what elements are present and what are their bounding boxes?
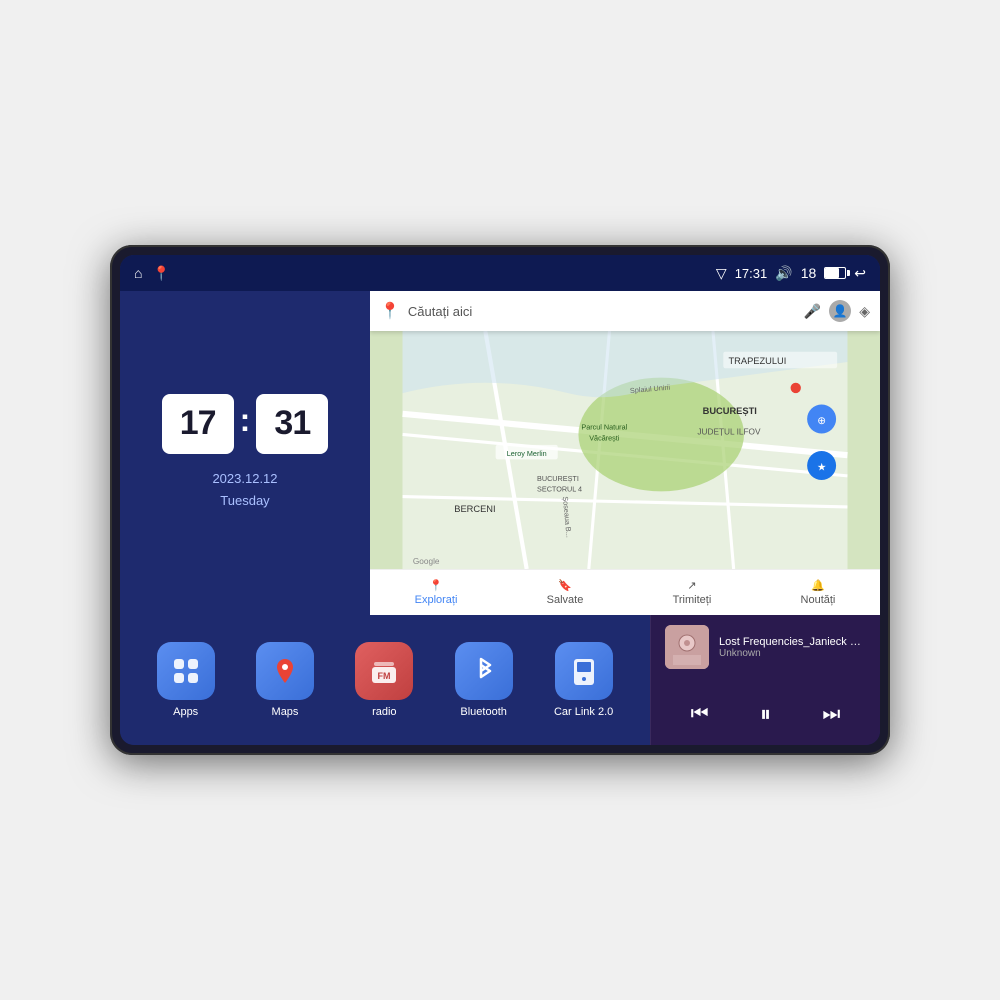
clock-date: 2023.12.12 Tuesday <box>212 468 277 512</box>
bottom-section: Apps Maps <box>120 615 880 745</box>
apps-section: Apps Maps <box>120 615 650 745</box>
svg-text:Parcul Natural: Parcul Natural <box>581 422 627 431</box>
account-icon[interactable]: 👤 <box>829 300 851 322</box>
radio-label: radio <box>372 706 396 718</box>
music-info: Lost Frequencies_Janieck Devy-... Unknow… <box>719 636 866 659</box>
layers-icon[interactable]: ◈ <box>859 303 870 320</box>
bluetooth-icon <box>455 642 513 700</box>
top-section: 17 : 31 2023.12.12 Tuesday 📍 Căutați aic… <box>120 291 880 615</box>
maps-status-icon[interactable]: 📍 <box>152 265 169 282</box>
apps-icon <box>157 642 215 700</box>
prev-button[interactable]: ⏮ <box>681 699 719 730</box>
app-carlink[interactable]: Car Link 2.0 <box>554 642 613 718</box>
news-icon: 🔔 <box>811 579 825 592</box>
map-search-bar[interactable]: 📍 Căutați aici 🎤 👤 ◈ <box>370 291 880 331</box>
music-title: Lost Frequencies_Janieck Devy-... <box>719 636 866 648</box>
mic-icon[interactable]: 🎤 <box>804 303 821 320</box>
main-content: 17 : 31 2023.12.12 Tuesday 📍 Căutați aic… <box>120 291 880 745</box>
svg-text:Leroy Merlin: Leroy Merlin <box>507 449 547 458</box>
map-pin-icon: 📍 <box>380 301 400 321</box>
maps-icon <box>256 642 314 700</box>
svg-text:BUCUREȘTI: BUCUREȘTI <box>703 406 757 416</box>
music-player: Lost Frequencies_Janieck Devy-... Unknow… <box>650 615 880 745</box>
map-saved-btn[interactable]: 🔖 Salvate <box>547 579 584 606</box>
music-artist: Unknown <box>719 648 866 659</box>
battery-icon <box>824 267 846 279</box>
home-icon[interactable]: ⌂ <box>134 265 142 281</box>
map-widget[interactable]: 📍 Căutați aici 🎤 👤 ◈ <box>370 291 880 615</box>
clock-separator: : <box>240 402 251 439</box>
clock-minutes: 31 <box>256 394 328 454</box>
svg-text:FM: FM <box>378 671 391 681</box>
status-bar-left: ⌂ 📍 <box>134 265 170 282</box>
apps-label: Apps <box>173 706 198 718</box>
map-svg: TRAPEZULUI BUCUREȘTI JUDEȚUL ILFOV BERCE… <box>370 331 880 569</box>
clock-hours: 17 <box>162 394 234 454</box>
app-apps[interactable]: Apps <box>157 642 215 718</box>
share-icon: ↗ <box>687 579 696 592</box>
svg-text:Văcărești: Văcărești <box>589 434 620 443</box>
map-share-btn[interactable]: ↗ Trimiteți <box>673 579 712 606</box>
svg-text:SECTORUL 4: SECTORUL 4 <box>537 484 582 493</box>
status-time: 17:31 <box>735 266 768 281</box>
carlink-icon <box>555 642 613 700</box>
device-frame: ⌂ 📍 ▽ 17:31 🔊 18 ↩ 17 <box>110 245 890 755</box>
explore-icon: 📍 <box>429 579 443 592</box>
next-button[interactable]: ⏭ <box>812 699 850 730</box>
svg-text:TRAPEZULUI: TRAPEZULUI <box>728 356 786 366</box>
map-search-icons: 🎤 👤 ◈ <box>804 300 870 322</box>
svg-text:JUDEȚUL ILFOV: JUDEȚUL ILFOV <box>697 427 761 436</box>
play-pause-button[interactable]: ⏸ <box>750 697 781 731</box>
saved-icon: 🔖 <box>558 579 572 592</box>
app-radio[interactable]: FM radio <box>355 642 413 718</box>
bluetooth-label: Bluetooth <box>460 706 506 718</box>
music-controls: ⏮ ⏸ ⏭ <box>665 693 866 735</box>
svg-text:⊕: ⊕ <box>817 416 826 427</box>
music-top: Lost Frequencies_Janieck Devy-... Unknow… <box>665 625 866 669</box>
device-screen: ⌂ 📍 ▽ 17:31 🔊 18 ↩ 17 <box>120 255 880 745</box>
app-bluetooth[interactable]: Bluetooth <box>455 642 513 718</box>
clock-widget: 17 : 31 2023.12.12 Tuesday <box>120 291 370 615</box>
svg-text:BUCUREȘTI: BUCUREȘTI <box>537 474 579 483</box>
map-bottom-bar: 📍 Explorați 🔖 Salvate ↗ Trimiteți 🔔 <box>370 569 880 615</box>
maps-label: Maps <box>272 706 299 718</box>
status-bar: ⌂ 📍 ▽ 17:31 🔊 18 ↩ <box>120 255 880 291</box>
volume-icon: 🔊 <box>775 265 792 282</box>
svg-text:Google: Google <box>413 557 440 566</box>
volume-level: 18 <box>801 265 817 281</box>
back-icon[interactable]: ↩ <box>854 265 866 282</box>
status-bar-right: ▽ 17:31 🔊 18 ↩ <box>716 265 866 282</box>
app-maps[interactable]: Maps <box>256 642 314 718</box>
map-content: TRAPEZULUI BUCUREȘTI JUDEȚUL ILFOV BERCE… <box>370 331 880 569</box>
signal-icon: ▽ <box>716 265 727 282</box>
map-search-text[interactable]: Căutați aici <box>408 304 796 319</box>
map-news-btn[interactable]: 🔔 Noutăți <box>801 579 836 606</box>
carlink-label: Car Link 2.0 <box>554 706 613 718</box>
map-explore-btn[interactable]: 📍 Explorați <box>415 579 458 606</box>
clock-display: 17 : 31 <box>162 394 329 454</box>
radio-icon: FM <box>355 642 413 700</box>
svg-text:BERCENI: BERCENI <box>454 504 495 514</box>
music-thumbnail <box>665 625 709 669</box>
svg-text:★: ★ <box>817 463 826 474</box>
